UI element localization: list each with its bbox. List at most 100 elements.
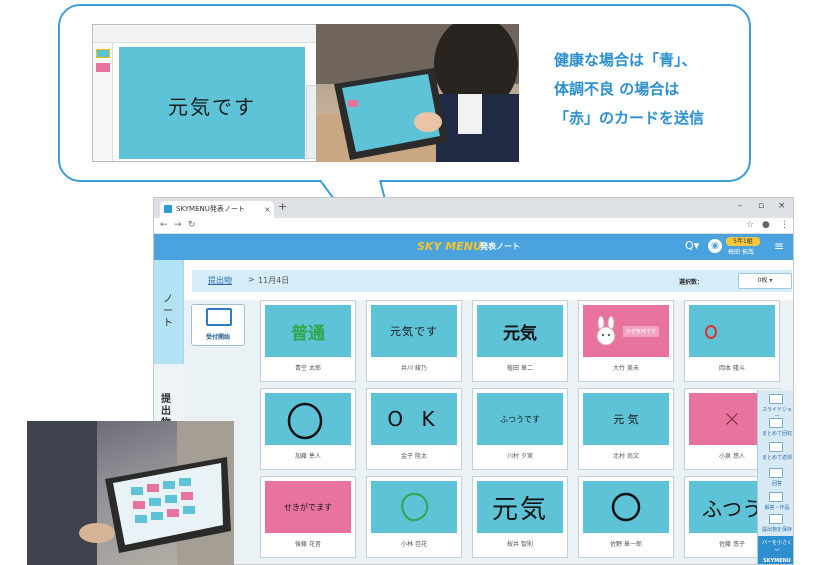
card-student-name: 金子 陸太 [401,453,427,460]
close-tab-icon[interactable]: × [264,201,271,218]
card-student-name: 岡本 隆斗 [719,365,745,372]
card-text: ふつう [702,496,762,521]
breadcrumb-separator: > [248,275,255,284]
breadcrumb: 提出物 > 11月4日 選択数： 0枚 ▾ [184,260,793,300]
tool-return-all[interactable]: まとめて返却 [760,454,793,461]
card-image: 普通 [265,305,351,357]
mini-screenshot: 元気です [92,24,320,162]
back-icon[interactable]: ← [160,220,168,230]
card-text: せきがでます [284,502,332,512]
card-text: 元気です [390,325,438,338]
mini-card-text: 元気です [168,95,256,119]
card-student-name: 青空 太郎 [295,365,321,372]
selection-count-value: 0枚 [757,277,768,284]
toolbar-shrink-button[interactable]: バーを小さく ︾ SKYMENU [758,536,793,564]
submission-card[interactable]: 小林 芭花 [366,476,462,558]
submission-card[interactable]: 岡本 隆斗 [684,300,780,382]
breadcrumb-date: 11月4日 [258,276,290,285]
card-image: O K [371,393,457,445]
card-student-name: 川村 夕実 [507,453,533,460]
instruction-line: 健康な場合は「青」、 [554,51,697,69]
receive-start-button[interactable]: 受付開始 [191,304,245,346]
user-class-badge: 5年1組 [726,237,760,246]
works-icon[interactable] [769,492,783,502]
kebab-menu-icon[interactable]: ⋮ [780,220,789,230]
instruction-text: 健康な場合は「青」、 体調不良 の場合は 「赤」のカードを送信 [554,46,739,133]
submission-card[interactable]: 元 気 北村 尚文 [578,388,674,470]
chevron-down-icon: ︾ [774,549,780,555]
selection-count-select[interactable]: 0枚 ▾ [738,273,792,289]
teacher-tablet-photo [27,421,234,565]
tab-bar: SKYMENU発表ノート × + – ▫ × [154,198,793,218]
browser-tab[interactable]: SKYMENU発表ノート × [160,201,274,218]
mini-thumb [96,63,110,72]
card-text: O K [387,407,441,431]
card-student-name: 加藤 隼人 [295,453,321,460]
profile-icon[interactable]: ● [762,220,770,230]
card-text: かぜ気味です [622,325,659,337]
save-folder-icon[interactable] [769,514,783,524]
drawing-circle [287,402,323,440]
return-icon[interactable] [769,442,783,452]
skymenu-logo: SKY MENU [417,240,482,253]
card-text: × [722,406,742,432]
card-text: 元気 [503,323,537,344]
maximize-icon[interactable]: ▫ [758,201,764,211]
card-student-name: 小林 芭花 [401,541,427,548]
tool-works[interactable]: 解答・作品 [760,504,793,511]
submission-card[interactable]: 元気 植田 章二 [472,300,568,382]
card-image: 元気です [371,305,457,357]
app-header: SKY MENU 発表ノート Q▾ ◉ 5年1組 梅田 拓哉 ≡ [154,234,793,260]
reload-icon[interactable]: ↻ [188,220,196,230]
bunny-icon [596,316,616,346]
mini-card: 元気です [119,47,305,159]
slideshow-icon[interactable] [769,394,783,404]
answer-icon[interactable] [769,468,783,478]
card-image: 元気 [477,481,563,533]
card-student-name: 後藤 花音 [295,541,321,548]
card-student-name: 桜井 智則 [507,541,533,548]
breadcrumb-bar: 提出物 > 11月4日 選択数： 0枚 ▾ [192,270,792,292]
help-icon[interactable]: Q▾ [685,239,699,252]
card-text: 元気 [491,494,548,525]
submission-card[interactable]: 佐野 章一郎 [578,476,674,558]
submission-card[interactable]: せきがでます 後藤 花音 [260,476,356,558]
user-name: 梅田 拓哉 [728,249,754,256]
hamburger-menu-icon[interactable]: ≡ [774,239,784,253]
submission-card[interactable]: 加藤 隼人 [260,388,356,470]
card-student-name: 大竹 美未 [613,365,639,372]
submission-card[interactable]: O K 金子 陸太 [366,388,462,470]
submission-card[interactable]: かぜ気味です 大竹 美未 [578,300,674,382]
submission-card[interactable]: 普通 青空 太郎 [260,300,356,382]
submission-grid: 受付開始 普通 青空 太郎 元気です 井川 綾乃 元気 植田 章二 かぜ気味です… [184,300,793,564]
card-text: 元 気 [613,413,639,426]
submission-card[interactable]: ふつうです 川村 夕実 [472,388,568,470]
tool-collect-all[interactable]: まとめて回収 [760,430,793,437]
card-image [583,481,669,533]
star-icon[interactable]: ☆ [746,220,754,230]
tool-save-submissions[interactable]: 提出物を保存 [760,526,793,533]
card-image: 元 気 [583,393,669,445]
inbox-icon [206,308,232,326]
close-window-icon[interactable]: × [778,201,786,211]
card-text: 普通 [291,323,325,344]
card-student-name: 北村 尚文 [613,453,639,460]
submission-card[interactable]: 元気 桜井 智則 [472,476,568,558]
user-avatar-icon[interactable]: ◉ [708,239,722,253]
drawing-green-circle [401,493,429,522]
selection-count-label: 選択数： [679,279,704,286]
collect-icon[interactable] [769,418,783,428]
forward-icon[interactable]: → [174,220,182,230]
new-tab-button[interactable]: + [278,200,287,213]
card-image: 元気 [477,305,563,357]
breadcrumb-link[interactable]: 提出物 [208,275,232,286]
submission-card[interactable]: 元気です 井川 綾乃 [366,300,462,382]
address-bar[interactable]: ← → ↻ ☆ ● ⋮ [154,218,793,234]
tool-answer[interactable]: 回答 [760,480,793,487]
mini-toolbar [93,25,319,43]
minimize-icon[interactable]: – [738,201,743,211]
mini-sidebar [93,43,113,161]
tab-title: SKYMENU発表ノート [176,205,245,213]
instruction-line: 「赤」のカードを送信 [554,109,705,127]
rail-tab-note[interactable]: ノート [154,260,184,364]
